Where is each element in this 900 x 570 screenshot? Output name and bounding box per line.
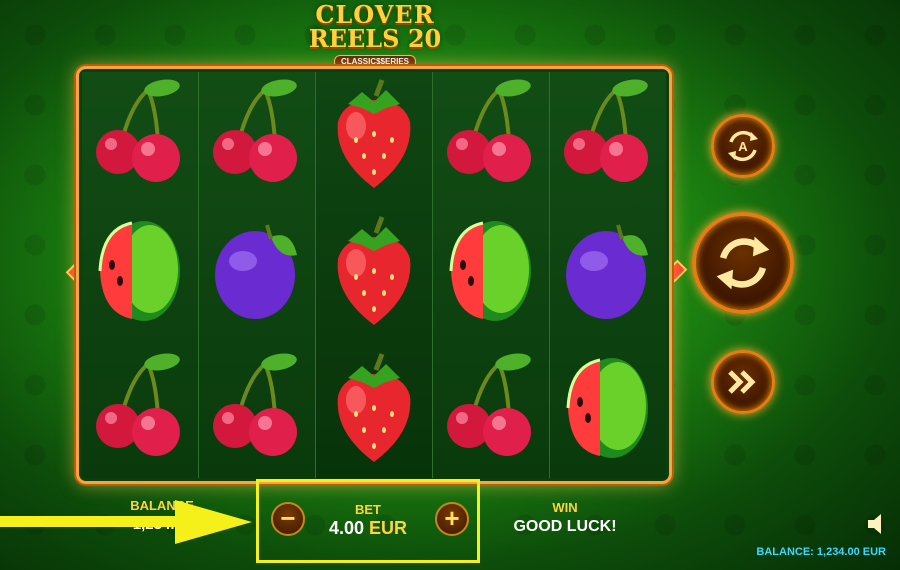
footer-balance: BALANCE: 1,234.00 EUR [756,546,886,558]
reel-4 [433,72,550,478]
reels-grid [82,72,666,478]
reel-1 [82,72,199,478]
cherry-icon [82,78,198,211]
reel-3 [316,72,433,478]
bet-panel: − BET 4.00 EUR + [256,479,480,563]
win-message: GOOD LUCK! [513,518,617,535]
watermelon-icon [82,215,198,348]
turbo-icon [728,370,756,394]
plum-icon [550,215,666,348]
reels-frame [76,66,672,484]
autoplay-letter: A [738,139,748,154]
strawberry-icon [316,352,432,481]
strawberry-icon [316,78,432,211]
cherry-icon [550,78,666,211]
autoplay-icon: A [728,130,758,162]
logo-line-2: REELS 20 [308,24,442,53]
bet-currency: EUR [369,518,408,538]
spin-button[interactable] [692,212,794,314]
sound-icon[interactable] [866,511,888,537]
turbo-button[interactable] [711,350,775,414]
plum-icon [199,215,315,348]
autoplay-button[interactable]: A [711,114,775,178]
watermelon-icon [550,352,666,481]
cherry-icon [199,78,315,211]
spin-icon [716,236,770,290]
cherry-icon [433,78,549,211]
cherry-icon [433,352,549,481]
reel-2 [199,72,316,478]
cherry-icon [82,352,198,481]
arrow-pointer-icon [0,500,252,544]
watermelon-icon [433,215,549,348]
bet-amount: 4.00 [328,518,364,538]
win-panel: WIN GOOD LUCK! [505,500,625,536]
strawberry-icon [316,215,432,348]
game-logo: CLOVER REELS 20 CLASSIC$$ERIES [300,0,450,72]
win-label: WIN [552,500,578,515]
reel-5 [550,72,666,478]
cherry-icon [199,352,315,481]
increase-bet-button[interactable]: + [435,502,469,536]
